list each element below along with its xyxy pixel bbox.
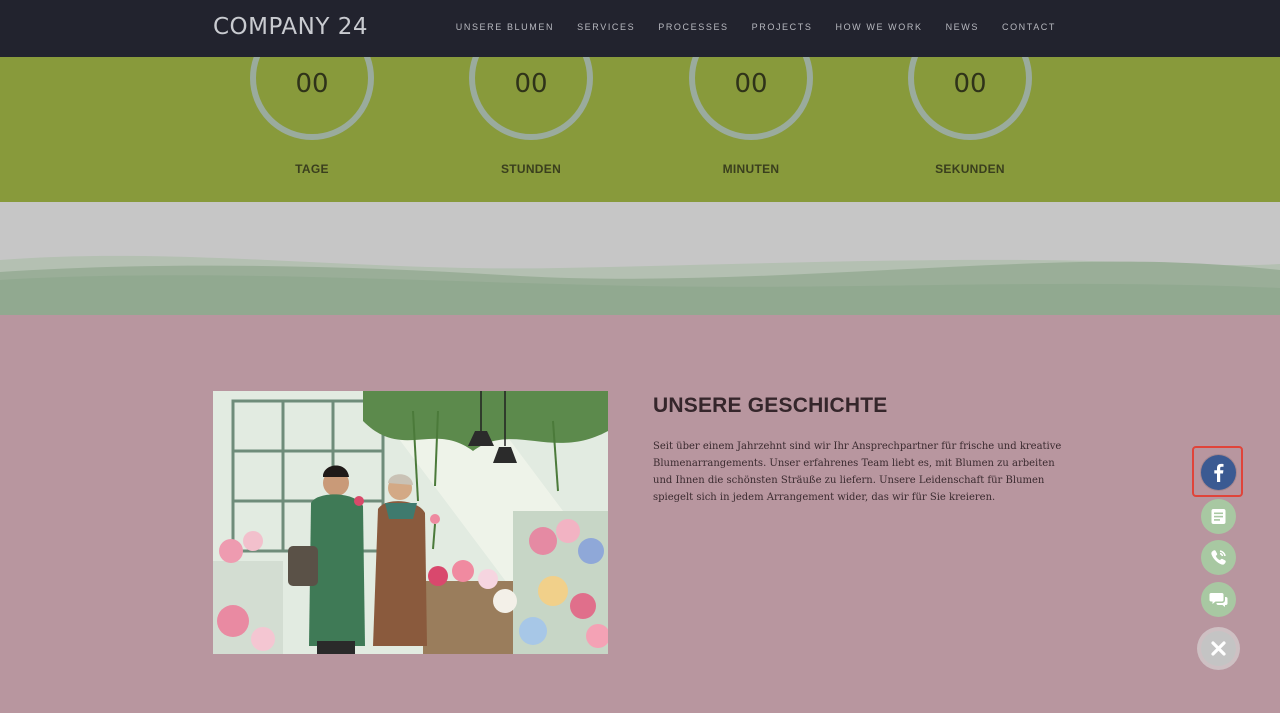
countdown-seconds: 00 SEKUNDEN — [890, 57, 1050, 202]
nav-item-contact[interactable]: CONTACT — [1002, 22, 1056, 32]
florist-shop-image — [213, 391, 608, 654]
nav-item-how-we-work[interactable]: HOW WE WORK — [835, 22, 922, 32]
nav-item-news[interactable]: NEWS — [946, 22, 979, 32]
nav-item-services[interactable]: SERVICES — [577, 22, 635, 32]
countdown-days: 00 TAGE — [232, 57, 392, 202]
nav-item-unsere-blumen[interactable]: UNSERE BLUMEN — [456, 22, 554, 32]
close-button[interactable] — [1201, 631, 1236, 666]
main-nav: UNSERE BLUMEN SERVICES PROCESSES PROJECT… — [456, 22, 1056, 32]
chat-button[interactable] — [1201, 582, 1236, 617]
document-icon — [1211, 509, 1226, 524]
site-header: COMPANY 24 UNSERE BLUMEN SERVICES PROCES… — [0, 0, 1280, 57]
countdown-value: 00 — [295, 69, 329, 99]
phone-button[interactable] — [1201, 540, 1236, 575]
page: COMPANY 24 UNSERE BLUMEN SERVICES PROCES… — [0, 0, 1280, 713]
nav-item-projects[interactable]: PROJECTS — [752, 22, 813, 32]
close-icon — [1211, 641, 1226, 656]
chat-icon — [1209, 593, 1228, 607]
wave-divider — [0, 202, 1280, 315]
countdown-label: TAGE — [295, 162, 329, 176]
nav-item-processes[interactable]: PROCESSES — [658, 22, 728, 32]
countdown-value: 00 — [953, 69, 987, 99]
facebook-icon — [1214, 463, 1224, 482]
countdown-value: 00 — [514, 69, 548, 99]
countdown-value: 00 — [734, 69, 768, 99]
document-button[interactable] — [1201, 499, 1236, 534]
countdown-label: MINUTEN — [722, 162, 780, 176]
countdown-label: STUNDEN — [500, 162, 562, 176]
countdown-hours: 00 STUNDEN — [451, 57, 611, 202]
wave-graphic — [0, 255, 1280, 315]
phone-icon — [1211, 550, 1226, 565]
countdown-section: 00 TAGE 00 STUNDEN 00 MINUTEN 00 SEKUNDE… — [0, 57, 1280, 202]
company-logo[interactable]: COMPANY 24 — [213, 14, 368, 40]
story-text: Seit über einem Jahrzehnt sind wir Ihr A… — [653, 441, 1062, 503]
countdown-label: SEKUNDEN — [935, 162, 1005, 176]
countdown-minutes: 00 MINUTEN — [671, 57, 831, 202]
story-title: UNSERE GESCHICHTE — [653, 394, 888, 417]
facebook-button[interactable] — [1201, 455, 1236, 490]
